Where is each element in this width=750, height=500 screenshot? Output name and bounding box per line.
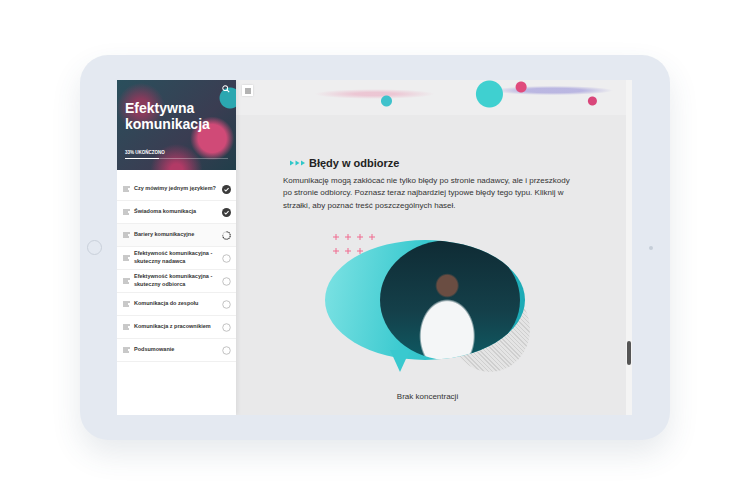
not-started-icon [222,277,231,286]
tablet-frame: Efektywna komunikacja 33% UKOŃCZONO Czy mó… [80,55,670,440]
image-card[interactable]: Brak koncentracji [320,232,535,401]
course-title: Efektywna komunikacja [125,100,221,132]
menu-button[interactable] [242,85,253,96]
home-button[interactable] [87,240,102,255]
progress-text: 33% UKOŃCZONO [125,150,228,155]
sidebar: Efektywna komunikacja 33% UKOŃCZONO Czy mó… [117,80,236,415]
photo [325,240,525,360]
completed-check-icon [222,208,231,217]
sidebar-item[interactable]: Podsumowanie [117,339,236,362]
list-icon [123,209,130,215]
camera-dot [649,246,653,250]
card-caption: Brak koncentracji [397,392,458,401]
list-icon [123,347,130,353]
course-header: Efektywna komunikacja 33% UKOŃCZONO [117,80,236,170]
not-started-icon [222,323,231,332]
sidebar-item[interactable]: Komunikacja do zespołu [117,293,236,316]
sidebar-item[interactable]: Komunikacja z pracownikiem [117,316,236,339]
section-paragraph: Komunikację mogą zakłócać nie tylko błęd… [283,175,572,212]
scrollbar[interactable] [626,80,632,415]
sidebar-item[interactable]: Efektywność komunikacyjna - skuteczny od… [117,270,236,293]
sidebar-item[interactable]: Bariery komunikacyjne [117,224,236,247]
search-icon[interactable] [222,85,230,93]
list-icon [123,232,130,238]
menu-icon [245,88,251,94]
arrows-icon [290,160,306,166]
decorative-banner [236,80,632,115]
progress-bar [125,158,228,159]
lesson-content: Błędy w odbiorze Komunikację mogą zakłóca… [236,80,632,415]
screen: Efektywna komunikacja 33% UKOŃCZONO Czy mó… [117,80,632,415]
in-progress-icon [222,231,231,240]
sidebar-item[interactable]: Czy mówimy jednym językiem? [117,178,236,201]
sidebar-item[interactable]: Świadoma komunikacja [117,201,236,224]
list-icon [123,255,130,261]
page: Efektywna komunikacja 33% UKOŃCZONO Czy mó… [0,0,750,500]
list-icon [123,324,130,330]
not-started-icon [222,254,231,263]
not-started-icon [222,346,231,355]
sidebar-item[interactable]: Efektywność komunikacyjna - skuteczny na… [117,247,236,270]
list-icon [123,186,130,192]
list-icon [123,278,130,284]
list-icon [123,301,130,307]
section-heading: Błędy w odbiorze [309,157,399,169]
completed-check-icon [222,185,231,194]
not-started-icon [222,300,231,309]
